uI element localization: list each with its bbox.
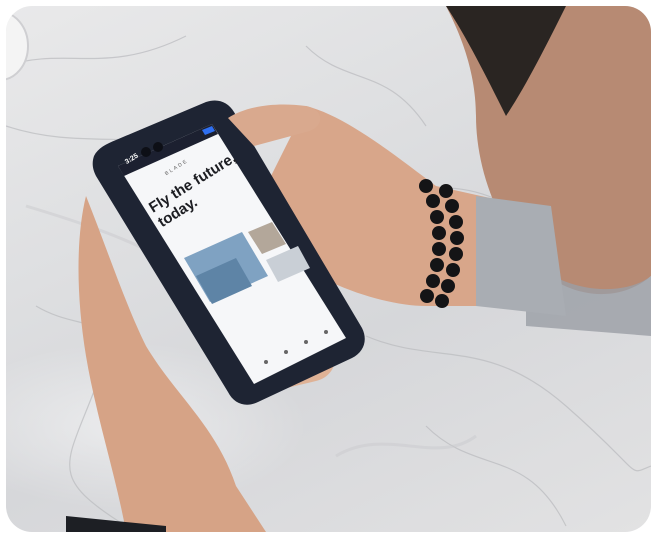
nav-icon: [264, 360, 268, 364]
nav-icon: [284, 350, 288, 354]
nav-icon: [304, 340, 308, 344]
photo-frame: 3:25 BLADE Fly the future, today.: [6, 6, 651, 532]
nav-icon: [324, 330, 328, 334]
photo-scene: [66, 6, 651, 532]
